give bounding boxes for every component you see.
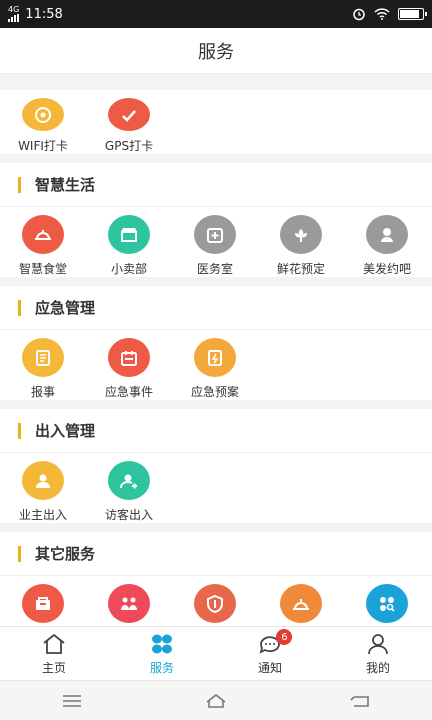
service-item-owner-access[interactable]: 业主出入 xyxy=(0,461,86,523)
shield-icon xyxy=(194,584,236,623)
section-header: 出入管理 xyxy=(0,409,432,453)
quick-actions-row: WIFI打卡 GPS打卡 xyxy=(0,90,432,154)
service-item-hair-salon[interactable]: 美发约吧 xyxy=(344,215,430,277)
home-icon xyxy=(43,633,65,654)
section-title: 智慧生活 xyxy=(35,176,96,194)
nav-tab-label: 服务 xyxy=(149,660,174,675)
wifi-checkin-icon xyxy=(22,98,64,131)
nav-tab-label: 我的 xyxy=(365,660,390,675)
inventory-icon xyxy=(22,584,64,623)
wifi-icon xyxy=(374,8,390,20)
service-item-report[interactable]: 报事 xyxy=(0,338,86,400)
service-item-label: 美发约吧 xyxy=(362,262,411,276)
section-items-row: 智慧食堂 小卖部 医务室 鲜花预定 美发约吧 xyxy=(0,207,432,277)
service-item-label: 访客出入 xyxy=(104,508,153,522)
nav-tab-services-grid[interactable]: 服务 xyxy=(108,627,216,680)
section-items-row: 业主出入 访客出入 xyxy=(0,453,432,523)
section-header: 应急管理 xyxy=(0,286,432,330)
service-item-label: 智慧食堂 xyxy=(18,262,67,276)
section-title: 出入管理 xyxy=(35,422,96,440)
visitor-access-icon xyxy=(108,461,150,500)
menu-icon[interactable] xyxy=(60,692,84,710)
profile-icon xyxy=(368,633,388,654)
reception-icon xyxy=(108,584,150,623)
section-items-row: 报事 应急事件 应急预案 xyxy=(0,330,432,400)
service-item-canteen[interactable]: 智慧食堂 xyxy=(0,215,86,277)
bottom-navigation: 主页 服务 通知 6 我的 xyxy=(0,626,432,680)
home-button-icon[interactable] xyxy=(204,692,228,710)
nav-tab-home[interactable]: 主页 xyxy=(0,627,108,680)
service-item-wifi-checkin[interactable]: WIFI打卡 xyxy=(0,98,86,154)
section-accent-bar xyxy=(18,545,21,562)
battery-icon xyxy=(398,8,427,20)
service-item-label: 医务室 xyxy=(196,262,233,276)
nav-tab-label: 通知 xyxy=(257,660,282,675)
service-item-flower[interactable]: 鲜花预定 xyxy=(258,215,344,277)
service-item-store[interactable]: 小卖部 xyxy=(86,215,172,277)
nav-tab-profile[interactable]: 我的 xyxy=(324,627,432,680)
hair-salon-icon xyxy=(366,215,408,254)
status-bar: 4G 11:58 xyxy=(0,0,432,28)
section-title: 其它服务 xyxy=(35,545,96,563)
network-type: 4G xyxy=(8,5,20,14)
owner-access-icon xyxy=(22,461,64,500)
nav-tab-label: 主页 xyxy=(41,660,66,675)
service-item-label: 鲜花预定 xyxy=(276,262,325,276)
service-item-clinic[interactable]: 医务室 xyxy=(172,215,258,277)
report-icon xyxy=(22,338,64,377)
section-accent-bar xyxy=(18,422,21,439)
service-item-gps-checkin[interactable]: GPS打卡 xyxy=(86,98,172,154)
services-grid-icon xyxy=(152,634,172,653)
service-item-label: 应急预案 xyxy=(190,385,239,399)
service-item-label: WIFI打卡 xyxy=(18,139,68,153)
service-item-label: 小卖部 xyxy=(110,262,147,276)
takeout-icon xyxy=(280,584,322,623)
canteen-icon xyxy=(22,215,64,254)
page-header: 服务 xyxy=(0,28,432,74)
service-item-label: 业主出入 xyxy=(18,508,67,522)
section-title: 应急管理 xyxy=(35,299,96,317)
service-sections: 智慧生活智慧食堂 小卖部 医务室 鲜花预定 美发约吧应急管理报事 应急事件 应急预案出入管理… xyxy=(0,163,432,646)
emergency-plan-icon xyxy=(194,338,236,377)
section-header: 其它服务 xyxy=(0,532,432,576)
service-item-label: 报事 xyxy=(30,385,55,399)
service-item-emergency-event[interactable]: 应急事件 xyxy=(86,338,172,400)
notification-badge: 6 xyxy=(276,629,293,645)
emergency-event-icon xyxy=(108,338,150,377)
service-item-visitor-access[interactable]: 访客出入 xyxy=(86,461,172,523)
section-header: 智慧生活 xyxy=(0,163,432,207)
gps-checkin-icon xyxy=(108,98,150,131)
store-icon xyxy=(108,215,150,254)
page-title: 服务 xyxy=(198,41,234,63)
service-query-icon xyxy=(366,584,408,623)
signal-icon: 4G xyxy=(8,6,19,22)
service-item-emergency-plan[interactable]: 应急预案 xyxy=(172,338,258,400)
flower-icon xyxy=(280,215,322,254)
system-navigation-bar xyxy=(0,680,432,720)
section-accent-bar xyxy=(18,299,21,316)
services-content: WIFI打卡 GPS打卡 智慧生活智慧食堂 小卖部 医务室 鲜花预定 美发约吧应急管理报事… xyxy=(0,74,432,646)
service-item-label: GPS打卡 xyxy=(104,139,154,153)
nav-tab-chat-bubble[interactable]: 通知 6 xyxy=(216,627,324,680)
status-time: 11:58 xyxy=(25,6,63,22)
alarm-icon xyxy=(353,8,365,21)
section-accent-bar xyxy=(18,176,21,193)
clinic-icon xyxy=(194,215,236,254)
back-icon[interactable] xyxy=(348,692,372,710)
service-item-label: 应急事件 xyxy=(104,385,153,399)
